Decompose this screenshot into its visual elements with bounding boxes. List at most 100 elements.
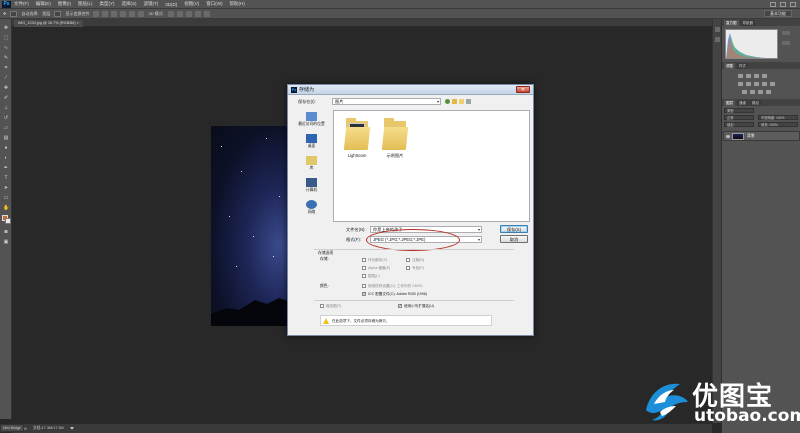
menu-select[interactable]: 选择(S) xyxy=(122,1,137,7)
folder-lightroom[interactable]: Lightroom xyxy=(340,117,374,158)
crop-tool-icon[interactable]: ⌗ xyxy=(3,65,9,71)
scale-3d-icon[interactable] xyxy=(203,10,210,17)
align-top-icon[interactable] xyxy=(93,10,100,17)
status-menu-arrow-icon[interactable] xyxy=(69,427,74,430)
maximize-icon[interactable] xyxy=(780,1,786,7)
move-tool-icon[interactable]: ✥ xyxy=(3,25,9,31)
tab-styles[interactable]: 样式 xyxy=(737,62,748,69)
menu-3d[interactable]: 3D(D) xyxy=(165,2,177,7)
tab-adjustments[interactable]: 调整 xyxy=(724,62,735,69)
path-select-tool-icon[interactable]: ➤ xyxy=(3,185,9,191)
folder-sample-pictures[interactable]: 示例图片 xyxy=(378,117,412,159)
rotate-3d-icon[interactable] xyxy=(167,10,174,17)
auto-select-checkbox[interactable] xyxy=(10,10,18,17)
icc-profile-checkbox[interactable] xyxy=(362,291,366,297)
brush-tool-icon[interactable]: ✐ xyxy=(3,95,9,101)
mini-bridge-tab[interactable]: Mini Bridge xyxy=(0,424,24,432)
menu-file[interactable]: 文件(F) xyxy=(14,1,29,7)
exposure-icon[interactable] xyxy=(762,74,767,78)
layer-row-background[interactable]: 背景 xyxy=(723,131,800,141)
copy-checkbox[interactable] xyxy=(362,258,366,262)
posterize-icon[interactable] xyxy=(750,90,755,94)
align-center-icon[interactable] xyxy=(129,10,136,17)
history-brush-tool-icon[interactable]: ↺ xyxy=(3,115,9,121)
layers-checkbox[interactable] xyxy=(362,274,366,278)
dodge-tool-icon[interactable]: ◐ xyxy=(3,155,9,161)
vibrance-icon[interactable] xyxy=(738,82,743,86)
view-menu-icon[interactable] xyxy=(466,99,471,104)
menu-layer[interactable]: 图层(L) xyxy=(78,1,93,7)
curves-icon[interactable] xyxy=(754,74,759,78)
place-desktop[interactable]: 桌面 xyxy=(292,134,331,149)
menu-window[interactable]: 窗口(W) xyxy=(206,1,222,7)
menu-edit[interactable]: 编辑(E) xyxy=(36,1,51,7)
canvas-image[interactable] xyxy=(211,126,291,326)
slide-3d-icon[interactable] xyxy=(194,10,201,17)
roll-3d-icon[interactable] xyxy=(176,10,183,17)
quick-mask-icon[interactable]: ◙ xyxy=(3,229,9,235)
thumbnail-checkbox[interactable] xyxy=(320,304,324,308)
new-folder-icon[interactable] xyxy=(459,99,464,104)
eye-icon[interactable] xyxy=(726,135,730,138)
history-panel-icon[interactable] xyxy=(715,27,720,32)
file-list[interactable]: Lightroom 示例图片 xyxy=(333,110,530,222)
hand-tool-icon[interactable]: ✋ xyxy=(3,205,9,211)
save-in-select[interactable]: 图片 xyxy=(332,98,441,105)
properties-panel-icon[interactable] xyxy=(715,37,720,42)
threshold-icon[interactable] xyxy=(758,90,763,94)
fill-field[interactable]: 填充: 100% xyxy=(758,122,798,127)
eyedropper-tool-icon[interactable]: ⁄ xyxy=(3,75,9,81)
layer-kind-filter[interactable]: 类型 xyxy=(724,108,754,113)
save-button[interactable]: 保存(S) xyxy=(500,225,528,233)
blur-tool-icon[interactable]: ● xyxy=(3,145,9,151)
marquee-tool-icon[interactable]: ⬚ xyxy=(3,35,9,41)
gradient-tool-icon[interactable]: ▤ xyxy=(3,135,9,141)
auto-select-target[interactable]: 图层 xyxy=(42,11,50,17)
alpha-checkbox[interactable] xyxy=(362,266,366,270)
clone-stamp-tool-icon[interactable]: ⊥ xyxy=(3,105,9,111)
show-transform-checkbox[interactable] xyxy=(54,10,62,17)
opacity-field[interactable]: 不透明度: 100% xyxy=(758,115,798,120)
align-left-icon[interactable] xyxy=(120,10,127,17)
lasso-tool-icon[interactable]: ∿ xyxy=(3,45,9,51)
histogram-refresh-button[interactable] xyxy=(782,41,790,45)
shape-tool-icon[interactable]: ▭ xyxy=(3,195,9,201)
invert-icon[interactable] xyxy=(742,90,747,94)
minimize-icon[interactable] xyxy=(770,1,776,7)
menu-type[interactable]: 类型(Y) xyxy=(100,1,115,7)
blend-mode-select[interactable]: 正常 xyxy=(724,115,754,120)
brightness-icon[interactable] xyxy=(738,74,743,78)
hue-saturation-icon[interactable] xyxy=(746,82,751,86)
background-color-swatch[interactable] xyxy=(5,218,11,224)
histogram-options-button[interactable] xyxy=(782,31,790,35)
menu-filter[interactable]: 滤镜(T) xyxy=(144,1,159,7)
spot-checkbox[interactable] xyxy=(406,266,410,270)
photo-filter-icon[interactable] xyxy=(770,82,775,86)
menu-help[interactable]: 帮助(H) xyxy=(230,1,245,7)
gradient-map-icon[interactable] xyxy=(766,90,771,94)
tab-layers[interactable]: 图层 xyxy=(724,99,735,106)
place-computer[interactable]: 计算机 xyxy=(292,178,331,193)
quick-select-tool-icon[interactable]: ✎ xyxy=(3,55,9,61)
menu-image[interactable]: 图像(I) xyxy=(58,1,71,7)
pen-tool-icon[interactable]: ✒ xyxy=(3,165,9,171)
workspace-select[interactable]: 基本功能 xyxy=(764,10,792,17)
type-tool-icon[interactable]: T xyxy=(3,175,9,181)
tab-histogram[interactable]: 直方图 xyxy=(724,19,739,26)
up-folder-icon[interactable] xyxy=(452,99,457,104)
align-right-icon[interactable] xyxy=(138,10,145,17)
document-tab[interactable]: IMG_1234.jpg @ 16.7% (RGB/8#) × xyxy=(14,20,83,27)
place-network[interactable]: 网络 xyxy=(292,200,331,215)
back-icon[interactable] xyxy=(445,99,450,104)
drag-3d-icon[interactable] xyxy=(185,10,192,17)
place-recent[interactable]: 最近访问的位置 xyxy=(292,112,331,127)
dialog-close-button[interactable]: ✕ xyxy=(516,86,530,93)
menu-view[interactable]: 视图(V) xyxy=(184,1,199,7)
align-bottom-icon[interactable] xyxy=(111,10,118,17)
tab-navigator[interactable]: 导航器 xyxy=(740,19,755,26)
black-white-icon[interactable] xyxy=(762,82,767,86)
screen-mode-icon[interactable]: ▣ xyxy=(3,239,9,245)
healing-brush-tool-icon[interactable]: ✚ xyxy=(3,85,9,91)
levels-icon[interactable] xyxy=(746,74,751,78)
tab-paths[interactable]: 路径 xyxy=(750,99,761,106)
